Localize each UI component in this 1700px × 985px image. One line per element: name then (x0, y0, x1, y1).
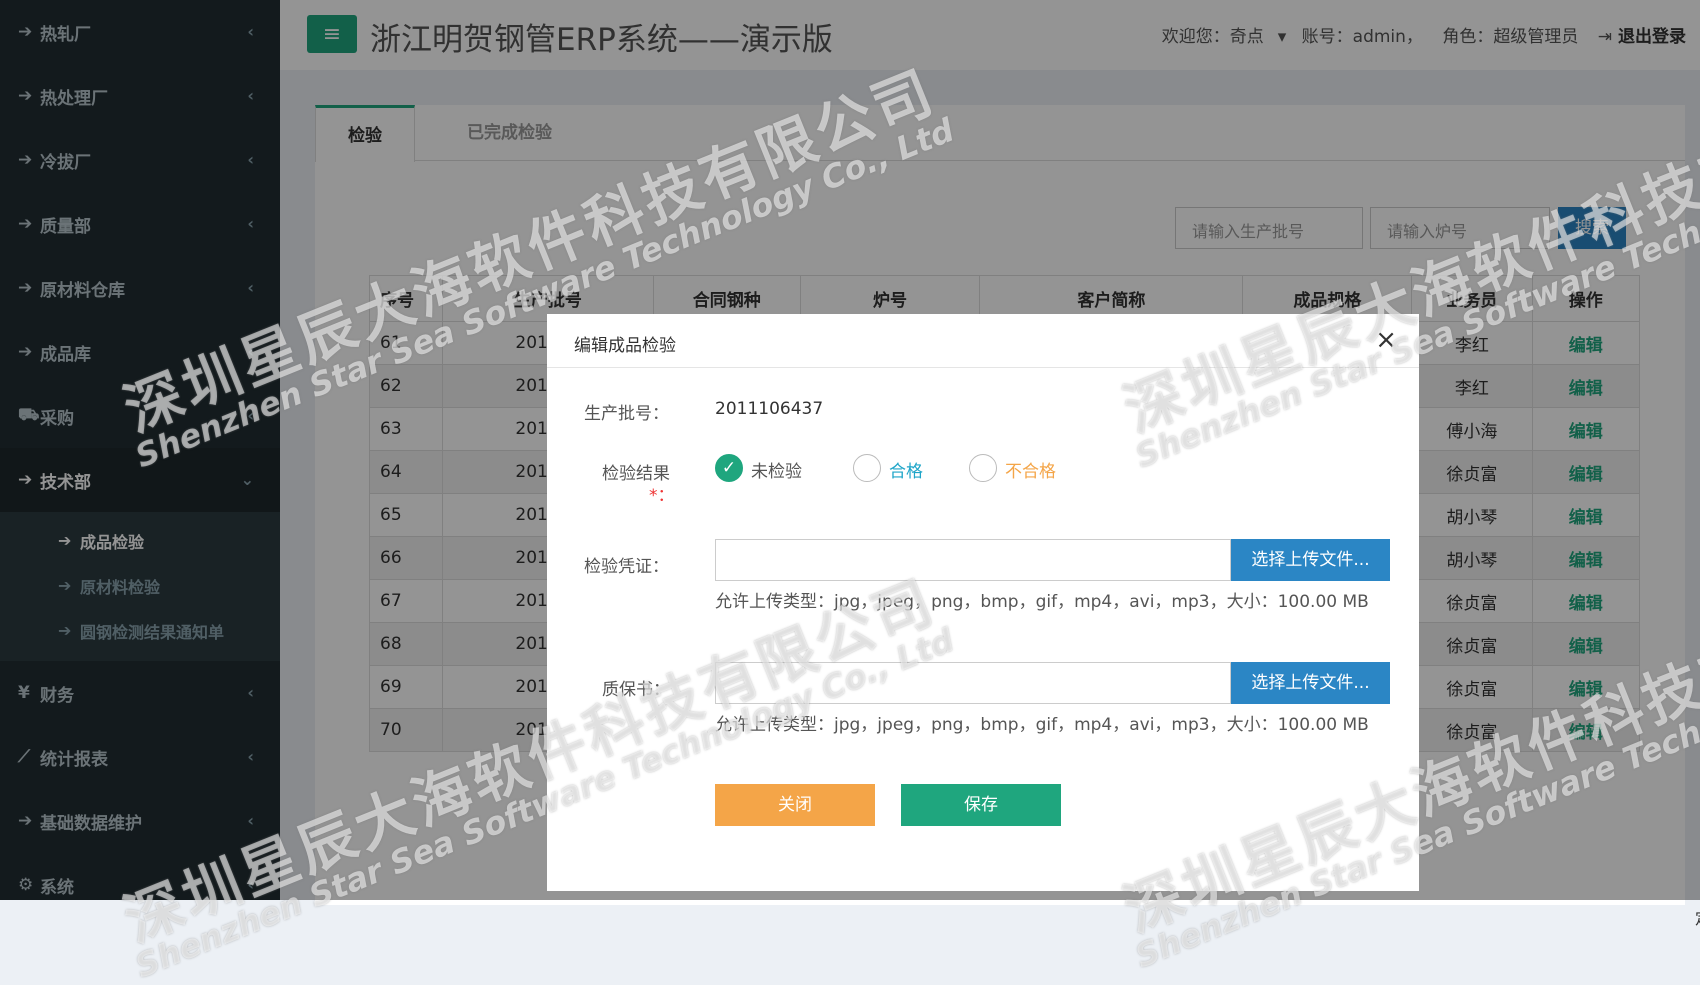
save-button[interactable]: 保存 (901, 784, 1061, 826)
batch-label: 生产批号： (584, 404, 669, 424)
radio-label-qualified: 合格 (889, 462, 923, 482)
radio-qualified[interactable] (853, 454, 881, 482)
table-tail-text: 定 (1695, 905, 1700, 929)
voucher-file-input[interactable] (715, 539, 1231, 581)
close-icon[interactable]: × (1375, 325, 1397, 355)
edit-inspection-modal: 编辑成品检验 × 生产批号： 2011106437 检验结果 *： ✓ 未检验 … (547, 314, 1419, 891)
quality-cert-upload-button[interactable]: 选择上传文件... (1231, 662, 1390, 704)
radio-not-inspected[interactable]: ✓ (715, 454, 743, 482)
radio-label-unqualified: 不合格 (1005, 462, 1056, 482)
quality-cert-upload-hint: 允许上传类型：jpg，jpeg，png，bmp，gif，mp4，avi，mp3，… (715, 715, 1369, 735)
radio-unqualified[interactable] (969, 454, 997, 482)
radio-label-not-inspected: 未检验 (751, 462, 802, 482)
voucher-upload-hint: 允许上传类型：jpg，jpeg，png，bmp，gif，mp4，avi，mp3，… (715, 592, 1369, 612)
voucher-label: 检验凭证： (584, 557, 669, 577)
required-mark: *： (649, 486, 675, 506)
modal-header: 编辑成品检验 × (547, 314, 1419, 368)
close-button[interactable]: 关闭 (715, 784, 875, 826)
quality-cert-file-input[interactable] (715, 662, 1231, 704)
voucher-upload-button[interactable]: 选择上传文件... (1231, 539, 1390, 581)
modal-title: 编辑成品检验 (574, 336, 676, 356)
batch-value: 2011106437 (715, 399, 824, 419)
quality-cert-label: 质保书： (602, 680, 670, 700)
